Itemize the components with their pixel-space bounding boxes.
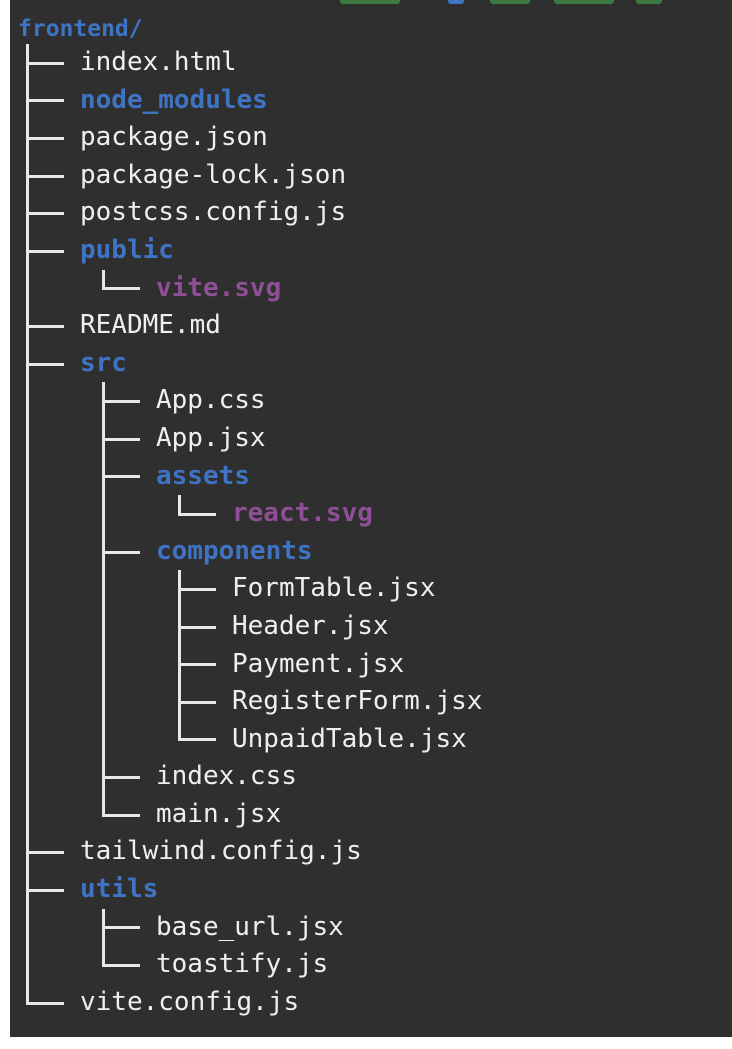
tree-trunk-line xyxy=(26,382,29,420)
tree-file-label[interactable]: base_url.jsx xyxy=(156,909,344,947)
tree-branch-line xyxy=(102,550,140,554)
tree-directory-label[interactable]: assets xyxy=(156,458,250,496)
tree-trunk-line xyxy=(102,645,105,684)
tree-trunk-line xyxy=(26,269,29,308)
tree-branch-line xyxy=(102,776,140,780)
tree-file-label[interactable]: react.svg xyxy=(232,495,373,533)
tree-trunk-line xyxy=(102,683,105,721)
tree-file-label[interactable]: Payment.jsx xyxy=(232,646,404,684)
tree-file-label[interactable]: vite.svg xyxy=(156,270,281,308)
tree-trunk-line xyxy=(102,720,105,759)
tree-trunk-line xyxy=(102,607,105,646)
tree-branch-line xyxy=(102,475,140,479)
tree-file-label[interactable]: package-lock.json xyxy=(80,157,346,195)
tree-directory-label[interactable]: src xyxy=(80,345,127,383)
previous-command-fragment xyxy=(340,0,680,5)
terminal-output: frontend/ index.html node_modules package.… xyxy=(10,0,732,1037)
tree-file-label[interactable]: vite.config.js xyxy=(80,984,299,1022)
tree-branch-line xyxy=(26,174,64,178)
tree-branch-line xyxy=(102,287,140,291)
tree-branch-line xyxy=(178,663,216,667)
tree-directory-label[interactable]: node_modules xyxy=(80,82,268,120)
tree-root-label[interactable]: frontend/ xyxy=(18,14,143,44)
tree-file-label[interactable]: index.css xyxy=(156,758,297,796)
tree-trunk-line xyxy=(26,795,29,834)
tree-branch-line xyxy=(26,249,64,253)
tree-branch-line xyxy=(26,61,64,65)
tree-branch-line xyxy=(102,400,140,404)
tree-file-label[interactable]: postcss.config.js xyxy=(80,194,346,232)
tree-directory-label[interactable]: public xyxy=(80,232,174,270)
tree-branch-line xyxy=(26,888,64,892)
tree-branch-line xyxy=(26,851,64,855)
tree-trunk-line xyxy=(26,720,29,759)
tree-branch-line xyxy=(178,738,216,742)
tree-trunk-line xyxy=(26,758,29,796)
tree-trunk-line xyxy=(26,532,29,571)
tree-file-label[interactable]: main.jsx xyxy=(156,796,281,834)
tree-trunk-line xyxy=(26,457,29,496)
tree-file-label[interactable]: index.html xyxy=(80,44,237,82)
tree-branch-line xyxy=(178,625,216,629)
tree-file-label[interactable]: App.jsx xyxy=(156,420,266,458)
tree-branch-line xyxy=(178,512,216,516)
tree-branch-line xyxy=(26,1001,64,1005)
tree-trunk-line xyxy=(26,419,29,458)
tree-file-label[interactable]: toastify.js xyxy=(156,946,328,984)
tree-file-label[interactable]: Header.jsx xyxy=(232,608,389,646)
tree-trunk-line xyxy=(26,645,29,684)
tree-file-label[interactable]: App.css xyxy=(156,382,266,420)
tree-branch-line xyxy=(26,99,64,103)
tree-branch-line xyxy=(178,588,216,592)
tree-trunk-line xyxy=(26,683,29,721)
tree-file-label[interactable]: package.json xyxy=(80,119,268,157)
tree-branch-line xyxy=(102,926,140,930)
tree-trunk-line xyxy=(26,946,29,984)
tree-branch-line xyxy=(26,324,64,328)
tree-branch-line xyxy=(26,362,64,366)
tree-directory-label[interactable]: components xyxy=(156,533,313,571)
tree-trunk-line xyxy=(26,908,29,947)
tree-directory-label[interactable]: utils xyxy=(80,871,158,909)
tree-file-label[interactable]: RegisterForm.jsx xyxy=(232,683,482,721)
tree-branch-line xyxy=(26,212,64,216)
tree-file-label[interactable]: UnpaidTable.jsx xyxy=(232,721,467,759)
tree-branch-line xyxy=(102,437,140,441)
tree-trunk-line xyxy=(26,607,29,646)
tree-file-label[interactable]: FormTable.jsx xyxy=(232,570,436,608)
tree-branch-line xyxy=(102,813,140,817)
tree-branch-line xyxy=(26,136,64,140)
tree-trunk-line xyxy=(26,570,29,608)
tree-file-label[interactable]: README.md xyxy=(80,307,221,345)
tree-branch-line xyxy=(102,964,140,968)
tree-trunk-line xyxy=(26,495,29,533)
tree-file-label[interactable]: tailwind.config.js xyxy=(80,833,362,871)
tree-branch-line xyxy=(178,700,216,704)
tree-trunk-line xyxy=(102,570,105,608)
tree-trunk-line xyxy=(102,495,105,533)
